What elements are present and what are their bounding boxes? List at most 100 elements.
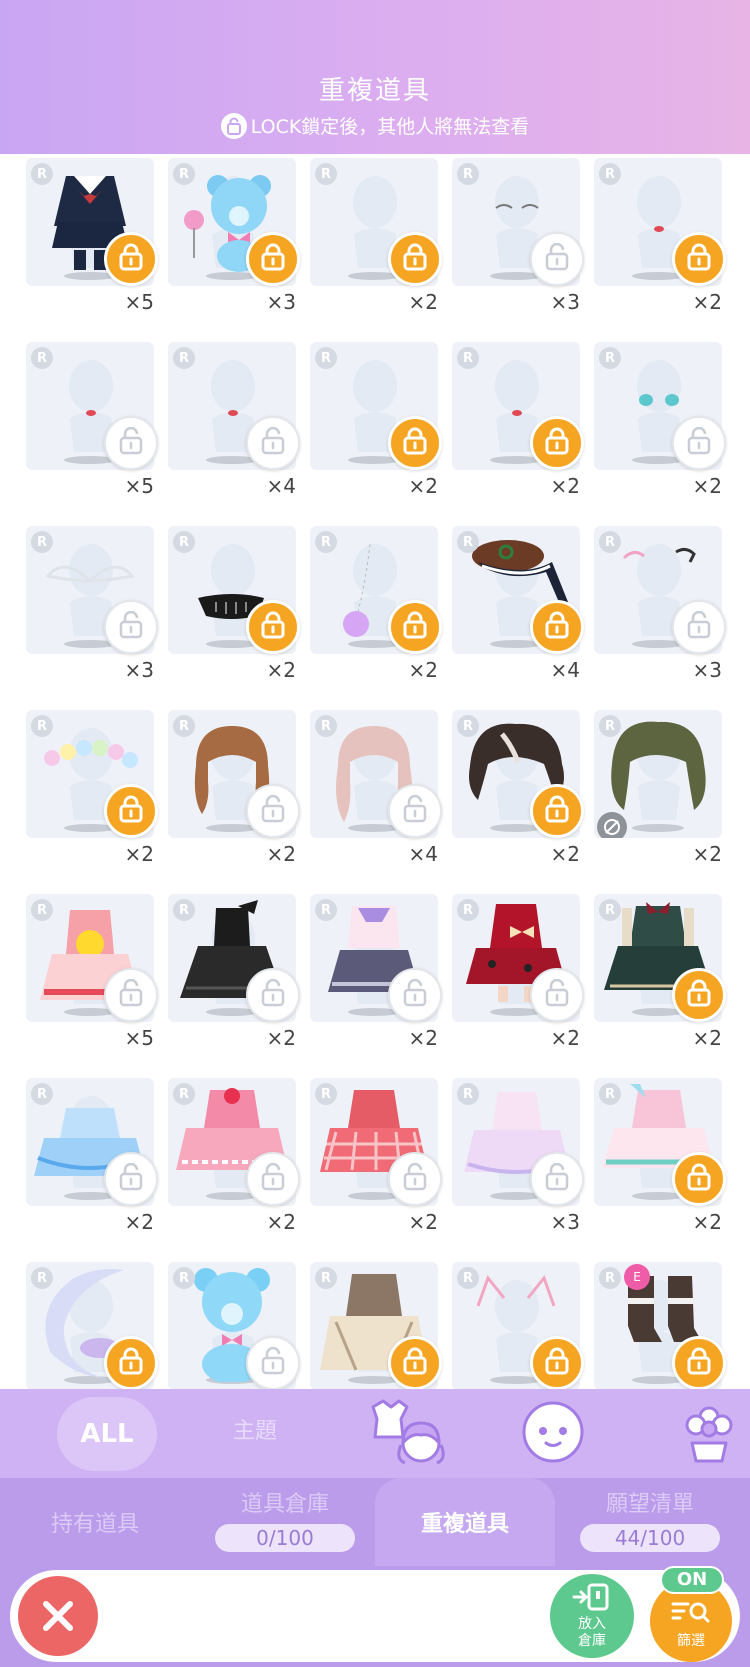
lock-toggle-button[interactable] bbox=[530, 232, 584, 286]
item-cell[interactable]: R ×4 bbox=[168, 338, 300, 498]
shadow bbox=[632, 824, 684, 832]
lock-closed-icon bbox=[686, 1347, 712, 1379]
lock-toggle-button[interactable] bbox=[530, 1152, 584, 1206]
item-cell[interactable]: R ×3 bbox=[452, 1074, 584, 1234]
lock-closed-icon bbox=[402, 1347, 428, 1379]
lock-toggle-button[interactable] bbox=[246, 968, 300, 1022]
move-to-storage-button[interactable]: 放入 倉庫 bbox=[550, 1574, 634, 1658]
item-cell[interactable]: R ×2 bbox=[310, 1074, 442, 1234]
item-cell[interactable]: R ×2 bbox=[452, 890, 584, 1050]
item-cell[interactable]: R ×2 bbox=[310, 154, 442, 314]
lock-toggle-button[interactable] bbox=[246, 1336, 300, 1389]
item-cell[interactable]: R ×2 bbox=[594, 706, 722, 866]
lock-toggle-button[interactable] bbox=[246, 1152, 300, 1206]
lock-toggle-button[interactable] bbox=[530, 600, 584, 654]
item-cell[interactable]: R ×2 bbox=[26, 706, 158, 866]
item-thumbnail[interactable]: R bbox=[594, 710, 722, 838]
item-cell[interactable]: R ×2 bbox=[594, 154, 726, 314]
lock-toggle-button[interactable] bbox=[388, 784, 442, 838]
item-cell[interactable]: R ×3 bbox=[594, 522, 726, 682]
item-count: ×3 bbox=[692, 658, 722, 682]
lock-toggle-button[interactable] bbox=[530, 416, 584, 470]
tab-owned-items[interactable]: 持有道具 bbox=[0, 1478, 190, 1566]
item-art bbox=[495, 204, 539, 209]
item-cell[interactable]: R ×3 bbox=[26, 522, 158, 682]
close-button[interactable] bbox=[18, 1576, 98, 1656]
lock-open-icon bbox=[544, 242, 570, 275]
item-cell[interactable]: R ×4 bbox=[452, 522, 584, 682]
lock-open-icon bbox=[402, 1162, 428, 1195]
item-cell[interactable]: R ×2 bbox=[26, 1074, 158, 1234]
lock-toggle-button[interactable] bbox=[388, 232, 442, 286]
lock-toggle-button[interactable] bbox=[388, 600, 442, 654]
item-cell[interactable]: R ×2 bbox=[168, 706, 300, 866]
rarity-badge: R bbox=[315, 1267, 337, 1289]
item-cell[interactable]: R ×5 bbox=[26, 154, 158, 314]
lock-toggle-button[interactable] bbox=[388, 1152, 442, 1206]
lock-toggle-button[interactable] bbox=[246, 416, 300, 470]
lock-toggle-button[interactable] bbox=[246, 600, 300, 654]
item-cell[interactable]: R bbox=[310, 1258, 442, 1389]
item-cell[interactable]: R ×5 bbox=[26, 890, 158, 1050]
flower-pot-icon[interactable] bbox=[676, 1399, 742, 1469]
lock-toggle-button[interactable] bbox=[672, 1152, 726, 1206]
lock-open-icon bbox=[118, 1162, 144, 1195]
item-cell[interactable]: R ×2 bbox=[594, 1074, 726, 1234]
lock-open-icon bbox=[402, 794, 428, 827]
lock-toggle-button[interactable] bbox=[388, 968, 442, 1022]
lock-toggle-button[interactable] bbox=[388, 1336, 442, 1389]
filter-icon bbox=[671, 1602, 710, 1623]
lock-toggle-button[interactable] bbox=[104, 968, 158, 1022]
item-cell[interactable]: RE bbox=[594, 1258, 726, 1389]
lock-toggle-button[interactable] bbox=[672, 1336, 726, 1389]
lock-toggle-button[interactable] bbox=[104, 600, 158, 654]
edit-badge: E bbox=[624, 1264, 650, 1290]
outfit-hair-icon[interactable] bbox=[365, 1399, 449, 1471]
lock-toggle-button[interactable] bbox=[246, 784, 300, 838]
lock-icon bbox=[220, 112, 247, 139]
item-cell[interactable]: R bbox=[452, 1258, 584, 1389]
lock-toggle-button[interactable] bbox=[104, 1152, 158, 1206]
lock-toggle-button[interactable] bbox=[104, 416, 158, 470]
tab-wishlist[interactable]: 願望清單 44/100 bbox=[560, 1478, 740, 1566]
item-cell[interactable]: R bbox=[168, 1258, 300, 1389]
tab-label: 重複道具 bbox=[420, 1512, 509, 1537]
lock-open-icon bbox=[118, 978, 144, 1011]
category-all-button[interactable]: ALL bbox=[57, 1397, 157, 1471]
lock-toggle-button[interactable] bbox=[388, 416, 442, 470]
lock-toggle-button[interactable] bbox=[530, 968, 584, 1022]
lock-toggle-button[interactable] bbox=[246, 232, 300, 286]
face-icon[interactable] bbox=[520, 1399, 586, 1469]
lock-toggle-button[interactable] bbox=[672, 416, 726, 470]
lock-toggle-button[interactable] bbox=[672, 968, 726, 1022]
item-cell[interactable]: R ×2 bbox=[168, 1074, 300, 1234]
lock-toggle-button[interactable] bbox=[530, 1336, 584, 1389]
item-cell[interactable]: R bbox=[26, 1258, 158, 1389]
rarity-badge: R bbox=[315, 899, 337, 921]
lock-open-icon bbox=[260, 794, 286, 827]
category-theme-button[interactable]: 主題 bbox=[215, 1413, 295, 1445]
item-cell[interactable]: R ×2 bbox=[452, 706, 584, 866]
item-cell[interactable]: R ×5 bbox=[26, 338, 158, 498]
item-cell[interactable]: R ×4 bbox=[310, 706, 442, 866]
item-cell[interactable]: R ×2 bbox=[310, 338, 442, 498]
item-cell[interactable]: R ×2 bbox=[168, 522, 300, 682]
item-cell[interactable]: R ×2 bbox=[452, 338, 584, 498]
item-cell[interactable]: R ×2 bbox=[168, 890, 300, 1050]
lock-toggle-button[interactable] bbox=[530, 784, 584, 838]
tab-duplicate-items[interactable]: 重複道具 bbox=[375, 1478, 555, 1566]
tab-item-storage[interactable]: 道具倉庫 0/100 bbox=[200, 1478, 370, 1566]
item-cell[interactable]: R ×2 bbox=[594, 338, 726, 498]
lock-toggle-button[interactable] bbox=[104, 232, 158, 286]
item-cell[interactable]: R ×3 bbox=[452, 154, 584, 314]
lock-toggle-button[interactable] bbox=[672, 232, 726, 286]
item-cell[interactable]: R ×2 bbox=[594, 890, 726, 1050]
lock-closed-icon bbox=[260, 611, 286, 643]
item-cell[interactable]: R ×3 bbox=[168, 154, 300, 314]
rarity-badge: R bbox=[173, 347, 195, 369]
lock-toggle-button[interactable] bbox=[104, 784, 158, 838]
item-cell[interactable]: R ×2 bbox=[310, 522, 442, 682]
lock-toggle-button[interactable] bbox=[672, 600, 726, 654]
lock-toggle-button[interactable] bbox=[104, 1336, 158, 1389]
item-cell[interactable]: R ×2 bbox=[310, 890, 442, 1050]
